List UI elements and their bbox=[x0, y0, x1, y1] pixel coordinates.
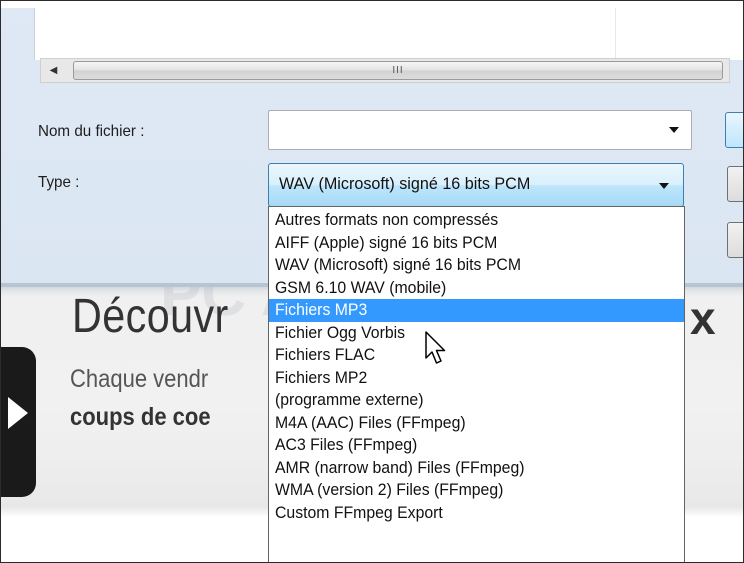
dropdown-option-label: Fichiers MP3 bbox=[275, 300, 368, 319]
dropdown-option[interactable]: M4A (AAC) Files (FFmpeg) bbox=[269, 412, 684, 435]
type-label: Type : bbox=[38, 174, 80, 191]
dropdown-option-label: WMA (version 2) Files (FFmpeg) bbox=[275, 480, 504, 499]
help-button[interactable] bbox=[727, 222, 744, 258]
dropdown-option-label: AC3 Files (FFmpeg) bbox=[275, 435, 418, 454]
dropdown-option[interactable]: AIFF (Apple) signé 16 bits PCM bbox=[269, 232, 684, 255]
dropdown-option-label: Fichiers MP2 bbox=[275, 367, 368, 387]
webpage-bold-line: coups de coe bbox=[70, 403, 211, 431]
type-select[interactable]: WAV (Microsoft) signé 16 bits PCM bbox=[268, 163, 684, 207]
dropdown-option[interactable]: (programme externe) bbox=[269, 389, 684, 412]
dropdown-option[interactable]: Custom FFmpeg Export bbox=[269, 502, 684, 525]
dropdown-option-label: Fichiers FLAC bbox=[275, 345, 376, 364]
filename-input[interactable] bbox=[268, 110, 692, 150]
horizontal-scrollbar[interactable]: ◀ III bbox=[40, 58, 730, 83]
dropdown-option-label: (programme externe) bbox=[275, 390, 424, 409]
dropdown-option-label: AMR (narrow band) Files (FFmpeg) bbox=[275, 457, 525, 477]
filename-label: Nom du fichier : bbox=[38, 123, 145, 140]
dropdown-option-label: M4A (AAC) Files (FFmpeg) bbox=[275, 412, 466, 432]
dropdown-option-label: GSM 6.10 WAV (mobile) bbox=[275, 277, 447, 297]
dropdown-option-label: Custom FFmpeg Export bbox=[275, 502, 443, 522]
dropdown-option[interactable]: WAV (Microsoft) signé 16 bits PCM bbox=[269, 254, 684, 277]
chevron-down-icon[interactable] bbox=[669, 127, 679, 133]
dropdown-option[interactable]: AMR (narrow band) Files (FFmpeg) bbox=[269, 457, 684, 480]
column-divider bbox=[615, 8, 616, 60]
dropdown-option[interactable]: Fichiers FLAC bbox=[269, 344, 684, 367]
scrollbar-thumb[interactable]: III bbox=[73, 61, 723, 80]
dropdown-option-label: Fichier Ogg Vorbis bbox=[275, 322, 406, 342]
save-button[interactable] bbox=[725, 112, 744, 148]
type-dropdown-list[interactable]: Autres formats non compressés AIFF (Apple… bbox=[268, 206, 685, 563]
carousel-prev-arrow-icon[interactable] bbox=[8, 397, 28, 429]
dropdown-option-label: Autres formats non compressés bbox=[275, 210, 499, 229]
scrollbar-grip: III bbox=[392, 65, 404, 76]
dropdown-option[interactable]: Autres formats non compressés bbox=[269, 209, 684, 232]
dropdown-option[interactable]: WMA (version 2) Files (FFmpeg) bbox=[269, 479, 684, 502]
cancel-button[interactable] bbox=[727, 166, 744, 202]
webpage-subtitle: Chaque vendr bbox=[70, 365, 209, 393]
screenshot-frame: PC Astuces Découvr x Chaque vendr coups … bbox=[0, 0, 744, 563]
dropdown-option-label: AIFF (Apple) signé 16 bits PCM bbox=[275, 232, 498, 252]
scroll-left-arrow-icon[interactable]: ◀ bbox=[41, 59, 66, 82]
dropdown-option[interactable]: AC3 Files (FFmpeg) bbox=[269, 434, 684, 457]
dropdown-option-label: WAV (Microsoft) signé 16 bits PCM bbox=[275, 255, 521, 274]
webpage-heading-fragment: x bbox=[690, 292, 716, 344]
dropdown-option[interactable]: Fichiers MP2 bbox=[269, 367, 684, 390]
file-list-pane[interactable] bbox=[34, 8, 744, 60]
dialog-top-strip bbox=[0, 0, 744, 8]
chevron-down-icon[interactable] bbox=[659, 183, 669, 189]
dropdown-option[interactable]: GSM 6.10 WAV (mobile) bbox=[269, 277, 684, 300]
dropdown-option[interactable]: Fichiers MP3 bbox=[269, 299, 684, 322]
dropdown-options: Autres formats non compressés AIFF (Apple… bbox=[269, 207, 684, 524]
mouse-cursor-icon bbox=[425, 331, 446, 364]
webpage-heading: Découvr bbox=[72, 290, 229, 343]
type-select-value: WAV (Microsoft) signé 16 bits PCM bbox=[279, 174, 531, 193]
dropdown-option[interactable]: Fichier Ogg Vorbis bbox=[269, 322, 684, 345]
